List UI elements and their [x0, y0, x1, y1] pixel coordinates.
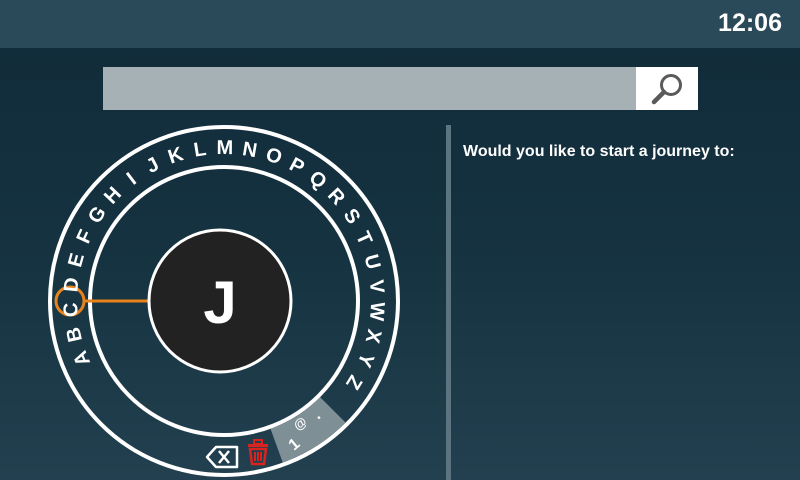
letter-key-z[interactable]: Z	[341, 371, 366, 393]
trash-icon	[248, 439, 268, 466]
letter-key-k[interactable]: K	[165, 143, 186, 169]
letter-key-v[interactable]: V	[365, 279, 388, 295]
letter-key-a[interactable]: A	[69, 348, 95, 370]
letter-key-n[interactable]: N	[241, 138, 259, 162]
character-dial[interactable]: 1 @ . J ABCDEFGHIJKLMNOPQRSTUVW X Y Z	[0, 120, 440, 480]
search-icon	[651, 74, 682, 105]
letter-key-i[interactable]: I	[123, 169, 141, 190]
letter-key-b[interactable]: B	[62, 325, 87, 344]
panel-divider	[446, 125, 451, 480]
letter-key-g[interactable]: G	[84, 202, 111, 227]
letter-key-c[interactable]: C	[60, 302, 83, 318]
status-bar: 12:06	[0, 0, 800, 48]
letter-key-p[interactable]: P	[286, 154, 308, 180]
letter-key-q[interactable]: Q	[305, 167, 331, 194]
current-letter: J	[203, 269, 236, 336]
letter-key-m[interactable]: M	[217, 137, 234, 159]
journey-prompt: Would you like to start a journey to:	[463, 143, 735, 160]
letter-key-j[interactable]: J	[143, 153, 163, 178]
search-input[interactable]	[103, 67, 636, 110]
letter-key-t[interactable]: T	[351, 228, 376, 248]
letter-key-l[interactable]: L	[192, 138, 208, 162]
letter-key-d[interactable]: D	[60, 276, 83, 293]
search-button[interactable]	[636, 67, 698, 110]
letter-key-f[interactable]: F	[73, 227, 98, 247]
letter-key-h[interactable]: H	[100, 183, 126, 209]
backspace-button[interactable]	[205, 445, 239, 469]
letter-key-u[interactable]: U	[359, 252, 384, 272]
letter-key-x[interactable]: X	[361, 327, 386, 346]
letter-key-r[interactable]: R	[323, 184, 349, 210]
clock: 12:06	[718, 9, 782, 37]
letter-key-e[interactable]: E	[64, 251, 89, 270]
search-bar	[103, 67, 698, 110]
backspace-icon	[205, 445, 239, 469]
letter-key-w[interactable]: W	[365, 301, 388, 321]
letter-key-s[interactable]: S	[339, 205, 365, 228]
letter-key-y[interactable]: Y	[352, 350, 378, 371]
delete-button[interactable]	[248, 439, 268, 466]
letter-key-o[interactable]: O	[263, 143, 285, 169]
